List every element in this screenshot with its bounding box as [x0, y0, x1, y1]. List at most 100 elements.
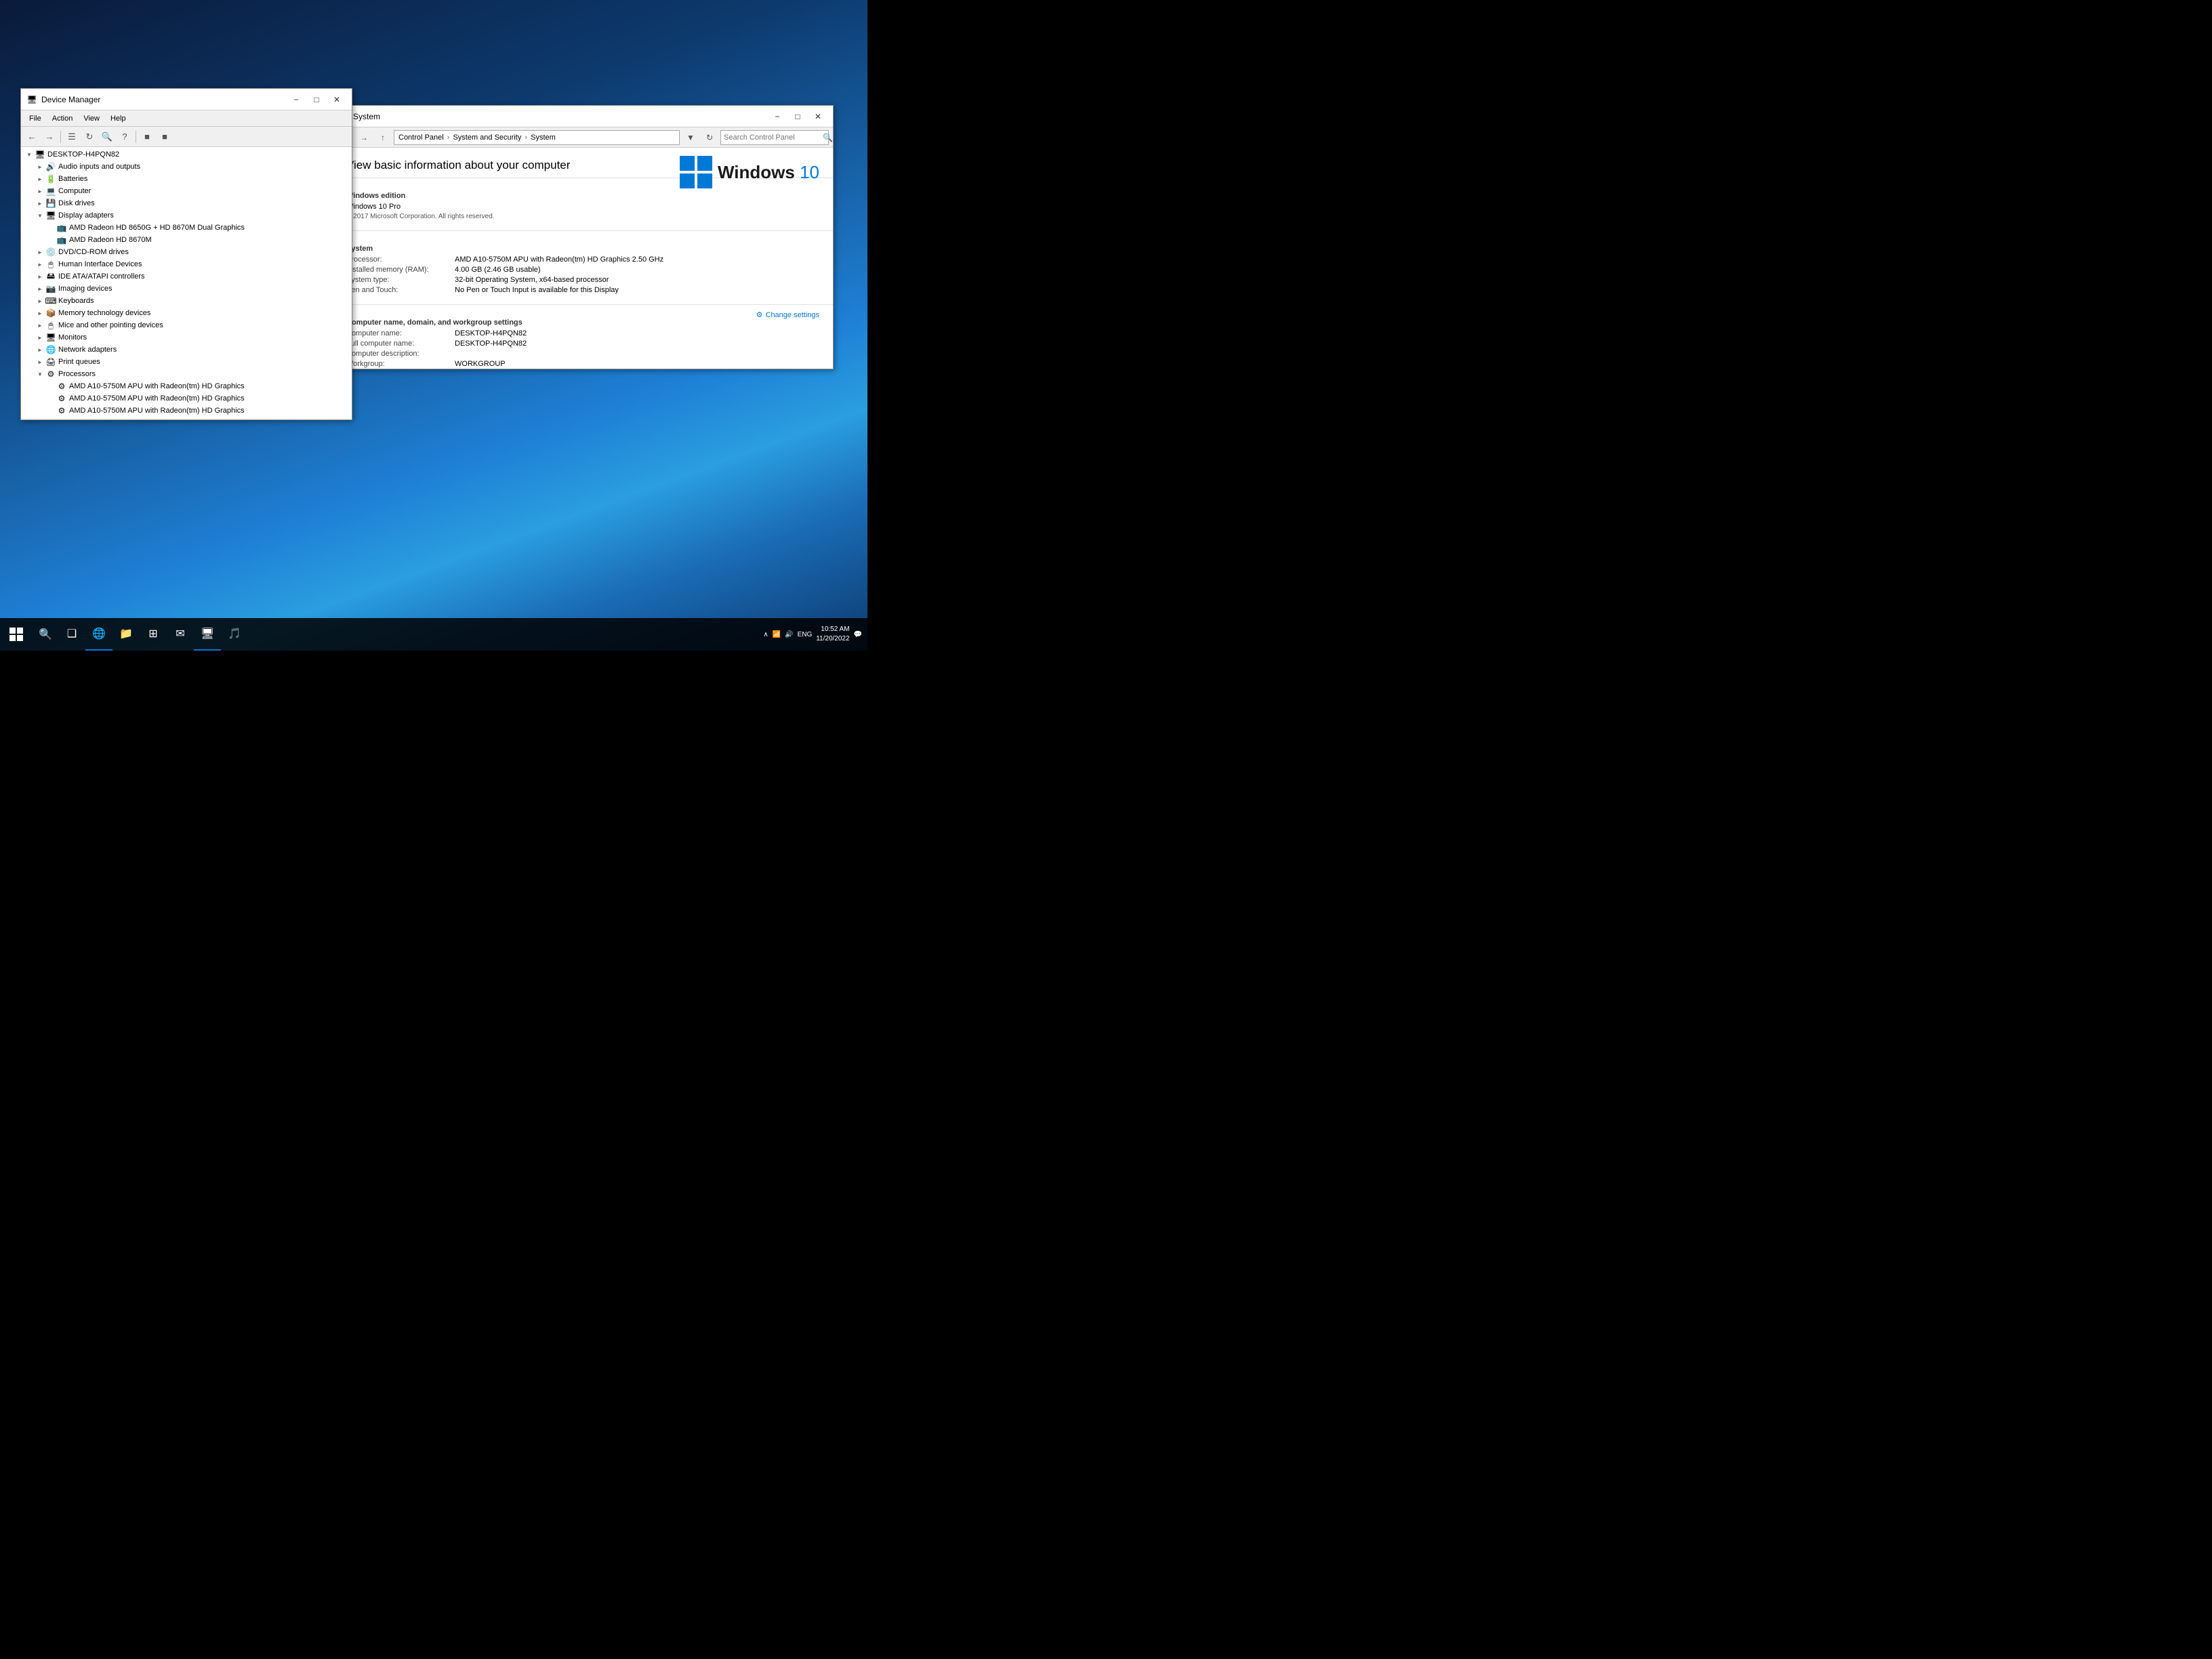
tree-icon-cpu2: ⚙ [56, 393, 67, 404]
tree-expand-network: ► [35, 344, 45, 355]
tree-item-mice[interactable]: ► 🖱 Mice and other pointing devices [21, 319, 352, 331]
taskbar-chevron[interactable]: ∧ [763, 631, 768, 638]
tree-icon-keyboards: ⌨ [45, 295, 56, 306]
taskbar-explorer[interactable]: 📁 [112, 618, 140, 651]
tree-item-keyboards[interactable]: ► ⌨ Keyboards [21, 295, 352, 307]
search-box[interactable]: 🔍 [720, 130, 829, 145]
system-maximize-button[interactable]: □ [788, 107, 807, 126]
tree-item-amd-8670[interactable]: 📺 AMD Radeon HD 8670M [21, 234, 352, 246]
tree-item-cpu2[interactable]: ⚙ AMD A10-5750M APU with Radeon(tm) HD G… [21, 392, 352, 405]
tree-label-root: DESKTOP-H4PQN82 [47, 150, 119, 159]
system-minimize-button[interactable]: − [768, 107, 787, 126]
close-button[interactable]: ✕ [327, 90, 346, 109]
tree-icon-print: 🖨 [45, 356, 56, 367]
taskbar: 🔍 ❑ 🌐 📁 ⊞ ✉ 🖥 🎵 ∧ 📶 🔊 ENG 10:52 AM 11/20… [0, 618, 867, 651]
tree-expand-display: ▼ [35, 210, 45, 221]
toolbar-extra2[interactable]: ■ [157, 129, 173, 145]
taskbar-notifications[interactable]: 💬 [854, 631, 862, 638]
tree-item-computer[interactable]: ► 💻 Computer [21, 185, 352, 197]
tree-item-hid[interactable]: ► 🖱 Human Interface Devices [21, 258, 352, 270]
toolbar-extra[interactable]: ■ [139, 129, 155, 145]
maximize-button[interactable]: □ [307, 90, 326, 109]
ram-value: 4.00 GB (2.46 GB usable) [455, 266, 819, 274]
taskbar-date: 11/20/2022 [816, 634, 849, 644]
tree-label-dvd: DVD/CD-ROM drives [58, 248, 129, 256]
address-dropdown-button[interactable]: ↻ [701, 129, 718, 146]
start-button[interactable] [0, 618, 33, 651]
tree-expand-computer: ► [35, 186, 45, 197]
tree-item-imaging[interactable]: ► 📷 Imaging devices [21, 283, 352, 295]
tree-label-amd-dual: AMD Radeon HD 8650G + HD 8670M Dual Grap… [69, 224, 245, 232]
tree-item-cpu3[interactable]: ⚙ AMD A10-5750M APU with Radeon(tm) HD G… [21, 405, 352, 417]
tree-item-amd-dual[interactable]: 📺 AMD Radeon HD 8650G + HD 8670M Dual Gr… [21, 222, 352, 234]
processor-value: AMD A10-5750M APU with Radeon(tm) HD Gra… [455, 255, 819, 264]
menu-view[interactable]: View [78, 113, 105, 124]
tree-item-cpu4[interactable]: ⚙ AMD A10-5750M APU with Radeon(tm) HD G… [21, 417, 352, 419]
breadcrumb-control-panel[interactable]: Control Panel [398, 134, 444, 142]
tree-icon-disk: 💾 [45, 198, 56, 209]
minimize-button[interactable]: − [287, 90, 306, 109]
taskbar-search[interactable]: 🔍 [33, 621, 58, 647]
desktop: 🖥 Device Manager − □ ✕ File Action View … [0, 0, 867, 651]
change-settings-link[interactable]: ⚙ Change settings [756, 310, 819, 319]
tree-item-disk[interactable]: ► 💾 Disk drives [21, 197, 352, 209]
tree-item-cpu1[interactable]: ⚙ AMD A10-5750M APU with Radeon(tm) HD G… [21, 380, 352, 392]
tree-item-network[interactable]: ► 🌐 Network adapters [21, 344, 352, 356]
tree-root[interactable]: ▼ 🖥 DESKTOP-H4PQN82 [21, 148, 352, 161]
taskbar-display[interactable]: 🖥 [194, 618, 221, 651]
taskbar-volume-icon[interactable]: 🔊 [785, 631, 793, 638]
toolbar-forward[interactable]: → [41, 129, 58, 145]
search-button[interactable]: 🔍 [823, 130, 833, 145]
tree-expand-cpu1 [45, 381, 56, 392]
tree-item-print[interactable]: ► 🖨 Print queues [21, 356, 352, 368]
menu-help[interactable]: Help [105, 113, 131, 124]
system-close-button[interactable]: ✕ [808, 107, 827, 126]
tree-expand-hid: ► [35, 259, 45, 270]
taskbar-clock[interactable]: 10:52 AM 11/20/2022 [816, 625, 849, 644]
tree-item-monitors[interactable]: ► 🖥 Monitors [21, 331, 352, 344]
workgroup-label: Workgroup: [346, 360, 455, 368]
nav-forward-button[interactable]: → [356, 129, 372, 146]
toolbar-update[interactable]: ↻ [81, 129, 98, 145]
nav-up-button[interactable]: ↑ [375, 129, 391, 146]
search-input[interactable] [721, 134, 823, 142]
toolbar-properties[interactable]: ☰ [64, 129, 80, 145]
toolbar-scan[interactable]: 🔍 [99, 129, 115, 145]
device-manager-tree: ▼ 🖥 DESKTOP-H4PQN82 ► 🔊 Audio inputs and… [21, 147, 352, 419]
tree-expand-mice: ► [35, 320, 45, 331]
tree-label-cpu3: AMD A10-5750M APU with Radeon(tm) HD Gra… [69, 407, 245, 415]
toolbar-back[interactable]: ← [24, 129, 40, 145]
menu-file[interactable]: File [24, 113, 47, 124]
taskbar-edge[interactable]: 🌐 [85, 618, 112, 651]
taskbar-media[interactable]: 🎵 [221, 618, 248, 651]
tree-expand-ide: ► [35, 271, 45, 282]
address-refresh-button[interactable]: ▼ [682, 129, 699, 146]
tree-icon-cpu4: ⚙ [56, 417, 67, 419]
tree-expand-cpu4 [45, 417, 56, 419]
breadcrumb-system-security[interactable]: System and Security [453, 134, 521, 142]
tree-item-memory-tech[interactable]: ► 📦 Memory technology devices [21, 307, 352, 319]
system-type-row: System type: 32-bit Operating System, x6… [346, 276, 819, 284]
breadcrumb-system[interactable]: System [531, 134, 556, 142]
tree-item-ide[interactable]: ► 🖴 IDE ATA/ATAPI controllers [21, 270, 352, 283]
tree-item-dvd[interactable]: ► 💿 DVD/CD-ROM drives [21, 246, 352, 258]
tree-expand-audio: ► [35, 161, 45, 172]
taskbar-mail[interactable]: ✉ [167, 618, 194, 651]
menu-action[interactable]: Action [47, 113, 79, 124]
address-bar: ← → ↑ Control Panel › System and Securit… [333, 127, 833, 148]
address-field[interactable]: Control Panel › System and Security › Sy… [394, 130, 680, 145]
tree-item-processors[interactable]: ▼ ⚙ Processors [21, 368, 352, 380]
device-manager-menubar: File Action View Help [21, 110, 352, 127]
taskbar-store[interactable]: ⊞ [140, 618, 167, 651]
tree-icon-computer: 💻 [45, 186, 56, 197]
tree-expand-disk: ► [35, 198, 45, 209]
pen-touch-value: No Pen or Touch Input is available for t… [455, 286, 819, 294]
taskbar-task-view[interactable]: ❑ [58, 618, 85, 651]
device-manager-titlebar: 🖥 Device Manager − □ ✕ [21, 89, 352, 110]
tree-label-cpu2: AMD A10-5750M APU with Radeon(tm) HD Gra… [69, 394, 245, 403]
pen-touch-row: Pen and Touch: No Pen or Touch Input is … [346, 286, 819, 294]
toolbar-help[interactable]: ? [117, 129, 133, 145]
tree-item-batteries[interactable]: ► 🔋 Batteries [21, 173, 352, 185]
tree-item-display[interactable]: ▼ 🖥 Display adapters [21, 209, 352, 222]
tree-item-audio[interactable]: ► 🔊 Audio inputs and outputs [21, 161, 352, 173]
